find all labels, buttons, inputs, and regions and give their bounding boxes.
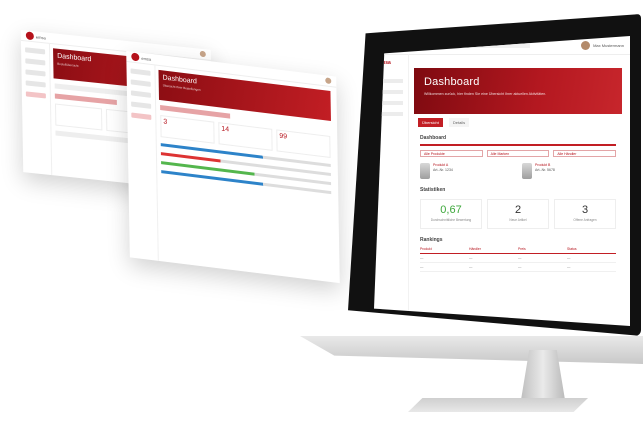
front-dashboard-panel: emsa Dashboard Übersicht Ihrer Bestellun… — [126, 50, 340, 284]
product-meta: Art.-Nr. 1234 — [433, 168, 453, 173]
hero-banner: Dashboard Willkommen zurück, hier finden… — [414, 68, 622, 114]
brand-name: emsa — [35, 33, 46, 40]
stat-value: 3 — [581, 204, 589, 216]
product-meta: Art.-Nr. 5678 — [535, 168, 555, 173]
sidebar-item[interactable] — [379, 112, 403, 116]
user-name: Max Mustermann — [593, 42, 624, 48]
stat-label: Durchschnittliche Bewertung — [430, 218, 472, 222]
avatar — [199, 50, 206, 58]
column-header[interactable]: Status — [567, 245, 616, 254]
panel-stat-cards: 3 14 99 — [160, 115, 331, 159]
marketing-scene: emsa Dashboard Bestellübersicht emsa Das… — [0, 0, 643, 421]
tab-details[interactable]: Details — [448, 118, 470, 127]
compare-text: Produkt A Art.-Nr. 1234 — [433, 163, 453, 174]
user-menu[interactable]: Max Mustermann — [581, 40, 624, 50]
main-content: Dashboard Willkommen zurück, hier finden… — [410, 54, 626, 326]
table-row[interactable]: — — — — — [420, 263, 616, 272]
column-header[interactable]: Händler — [469, 245, 518, 254]
sidebar-item[interactable] — [130, 68, 151, 76]
panel-sidebar — [20, 40, 53, 176]
stat-label: Offene Anfragen — [573, 218, 597, 222]
logo-icon — [131, 52, 140, 62]
stat-card: 3 Offene Anfragen — [554, 199, 616, 229]
stat-label: Neue Artikel — [509, 218, 527, 222]
panel-row — [54, 93, 118, 106]
sidebar-item-active[interactable] — [25, 91, 46, 99]
imac-foot — [408, 398, 588, 412]
sidebar-item[interactable] — [25, 69, 46, 77]
rankings-table: Produkt Händler Preis Status — — — — — —… — [420, 245, 616, 272]
table-cell: — — [567, 254, 616, 263]
filter-retailers[interactable]: Alle Händler — [553, 150, 617, 157]
imac-screen: Max Mustermann emsa Dashboard Willkommen… — [374, 36, 630, 326]
table-cell: — — [469, 254, 518, 263]
stat-cards: 0,67 Durchschnittliche Bewertung 2 Neue … — [420, 199, 616, 229]
stat-card: 2 Neue Artikel — [487, 199, 549, 229]
table-cell: — — [420, 254, 469, 263]
panel-stat: 99 — [276, 129, 331, 159]
compare-item[interactable]: Produkt B Art.-Nr. 5678 — [522, 163, 616, 179]
sidebar-item-active[interactable] — [131, 112, 152, 120]
table-row[interactable]: — — — — — [420, 254, 616, 263]
table-title: Rankings — [420, 237, 443, 243]
sidebar-item[interactable] — [131, 101, 152, 109]
table-cell: — — [518, 263, 567, 272]
page-subtitle: Willkommen zurück, hier finden Sie eine … — [424, 92, 547, 96]
section-title: Dashboard — [420, 135, 447, 141]
stat-value: 2 — [514, 204, 522, 216]
panel-stat: 3 — [160, 115, 215, 144]
panel-main: Dashboard Übersicht Ihrer Bestellungen 3… — [156, 66, 335, 283]
sidebar-item[interactable] — [25, 58, 46, 66]
sidebar-item[interactable] — [25, 80, 46, 88]
panel-sidebar — [126, 61, 159, 261]
filter-brands[interactable]: Alle Marken — [486, 150, 550, 157]
compare-item[interactable]: Produkt A Art.-Nr. 1234 — [420, 163, 514, 179]
stat-card: 0,67 Durchschnittliche Bewertung — [420, 199, 482, 229]
column-header[interactable]: Preis — [518, 245, 567, 254]
product-compare: Produkt A Art.-Nr. 1234 Produkt B Art.-N… — [420, 163, 616, 179]
table-cell: — — [469, 263, 518, 272]
panel-card[interactable] — [54, 103, 103, 131]
avatar[interactable] — [581, 40, 591, 50]
compare-text: Produkt B Art.-Nr. 5678 — [535, 163, 555, 174]
table-cell: — — [420, 263, 469, 272]
stats-title: Statistiken — [420, 187, 446, 193]
sidebar-item[interactable] — [130, 79, 151, 87]
avatar — [325, 77, 332, 85]
brand-name: emsa — [141, 55, 152, 62]
product-image — [522, 163, 532, 179]
page-title: Dashboard — [424, 76, 480, 88]
panel-stat: 14 — [218, 122, 273, 151]
divider — [420, 144, 616, 146]
sidebar-item[interactable] — [379, 101, 403, 105]
sidebar-item[interactable] — [130, 90, 151, 98]
imac-chin — [300, 336, 643, 364]
filter-products[interactable]: Alle Produkte — [420, 150, 483, 157]
table-cell: — — [567, 263, 616, 272]
table-header: Produkt Händler Preis Status — [420, 245, 616, 254]
filter-bar: Alle Produkte Alle Marken Alle Händler — [420, 150, 617, 157]
stat-value: 0,67 — [440, 204, 462, 216]
sidebar-item[interactable] — [25, 47, 46, 55]
logo-icon — [25, 31, 34, 41]
column-header[interactable]: Produkt — [420, 245, 469, 254]
table-cell: — — [518, 254, 567, 263]
product-image — [420, 163, 430, 179]
tab-overview[interactable]: Übersicht — [418, 118, 443, 127]
tab-bar: Übersicht Details — [418, 118, 618, 127]
